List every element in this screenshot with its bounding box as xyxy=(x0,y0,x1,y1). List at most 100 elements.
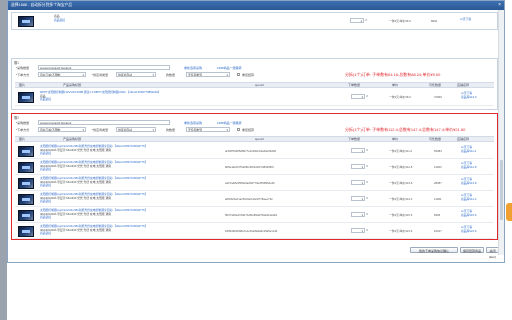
spinner-arrows-icon[interactable]: ⇵ xyxy=(366,212,369,216)
spinner-arrows-icon[interactable]: ⇵ xyxy=(366,196,369,200)
qty-input[interactable]: 1 xyxy=(351,148,365,153)
stock-count: 10617 xyxy=(434,229,442,233)
table-row: MPPT太阳能控制器/12V/24V/1688 通过1.0 MPPT太阳能控制器… xyxy=(15,89,494,106)
product-title[interactable]: MPPT太阳能控制器/12V/24V/1688 通过1.0 MPPT太阳能控制器… xyxy=(40,90,210,102)
table-header: 图片 产品采购标题 specid 下单数量 单价 可售数量 店铺名称 xyxy=(15,136,494,142)
col-stock: 可售数量 xyxy=(429,137,442,141)
shop-level: 商品库¥13.0 xyxy=(461,94,477,99)
qty-input[interactable]: 1 xyxy=(351,94,365,99)
repeat-checkbox[interactable] xyxy=(237,73,240,76)
product-link[interactable]: 商品链接 xyxy=(54,18,204,23)
product-link[interactable]: 商品链接 xyxy=(40,184,210,188)
count-label: 的数量 xyxy=(166,73,176,77)
product-title[interactable]: 太阳能控制器mppt/12v/24v/48v智能光伏充电控制器全自动 【offe… xyxy=(40,224,210,236)
split-warning: 分拆(1个)订单: 子单数有64.16;总数有88.24;单价¥9.00 xyxy=(345,72,441,77)
product-link[interactable]: 商品链接 xyxy=(40,232,210,236)
stock-count: 11943 xyxy=(434,165,442,169)
offer-id: 【offerid:6957016004776】 xyxy=(113,224,148,228)
offer-id: 【offerid:6957016004776】 xyxy=(113,176,148,180)
shop-name[interactable]: xx天下客 商品库¥11.2 xyxy=(461,145,476,153)
product-link[interactable]: 商品链接 xyxy=(40,98,210,102)
shop-name[interactable]: xx天下客 商品库¥12.8 xyxy=(461,161,476,169)
product-title-text[interactable]: MPPT太阳能控制器/12V/24V/1688 通过1.0 MPPT太阳能控制器… xyxy=(40,90,126,94)
product-thumbnail[interactable] xyxy=(18,146,34,157)
shop-name[interactable]: xx天下客 商品库¥21.6 xyxy=(461,225,476,233)
qty-input[interactable]: 1 xyxy=(351,212,365,217)
vertical-scrollbar[interactable] xyxy=(498,10,504,255)
product-thumbnail[interactable] xyxy=(18,92,34,103)
product-title[interactable]: 太阳能控制器mppt/12v/24v/48v智能光伏充电控制器全自动 【offe… xyxy=(40,160,210,172)
save-button[interactable]: 保存结算商品 xyxy=(460,247,484,253)
product-link[interactable]: 商品链接 xyxy=(40,152,210,156)
col-price: 单价 xyxy=(392,83,399,87)
product-thumbnail[interactable] xyxy=(18,178,34,189)
supplier-type-select[interactable]: 供货商自动 xyxy=(116,72,156,77)
shop-name[interactable]: xx天下客 商品库¥13.8 xyxy=(461,177,476,185)
repeat-checkbox-label: 重复结算 xyxy=(242,73,255,77)
product-link[interactable]: 商品链接 xyxy=(40,200,210,204)
table-row: 太阳能控制器mppt/12v/24v/48v智能光伏充电控制器全自动 【offe… xyxy=(15,159,494,175)
qty-input[interactable]: 1 xyxy=(351,180,365,185)
jump-1688-link[interactable]: 1688商品一键跳转 xyxy=(217,66,242,70)
spinner-arrows-icon[interactable]: ⇵ xyxy=(365,18,368,22)
unit-price: 一休¥元/单价¥6.5 xyxy=(389,19,411,23)
col-stock: 可售数量 xyxy=(429,83,442,87)
spec-id: 5fb7f4d6a47d9d7b2f0e89dd790a9d12a81 xyxy=(225,213,278,217)
count-select[interactable]: 无任何类型 xyxy=(186,127,230,132)
spec-id: dc6287fa5f5d8977e3193bcb3a23e06d00 xyxy=(225,149,277,153)
shop-name[interactable]: xx天下客 商品库¥15.6 xyxy=(461,209,477,217)
product-thumbnail[interactable] xyxy=(18,210,34,221)
stock-count: 8306 xyxy=(434,213,441,217)
confirm-order-button[interactable]: 我的下单采购信息确认 xyxy=(410,247,458,253)
product-link[interactable]: 商品链接 xyxy=(40,168,210,172)
spinner-arrows-icon[interactable]: ⇵ xyxy=(366,228,369,232)
dialog-title: 选择1688 - 自动拆分到多个淘宝产品 xyxy=(11,3,73,7)
product-link[interactable]: 商品链接 xyxy=(40,216,210,220)
reselect-link[interactable]: 重新选项采购 xyxy=(184,66,202,70)
product-title[interactable]: 太阳能控制器mppt/12v/24v/48v智能光伏充电控制器全自动 【offe… xyxy=(40,208,210,220)
purchase-input[interactable]: sxcang:[sxcang]:[sxcang] xyxy=(38,120,170,125)
product-thumbnail[interactable] xyxy=(18,194,34,205)
order-mode-select[interactable]: 自动下单/不限制 xyxy=(38,127,86,132)
spinner-arrows-icon[interactable]: ⇵ xyxy=(366,164,369,168)
col-price: 单价 xyxy=(392,137,399,141)
offer-id: 【offerid:6957016004776】 xyxy=(113,192,148,196)
product-thumbnail[interactable] xyxy=(18,226,34,237)
qty-input[interactable]: 1 xyxy=(351,196,365,201)
spinner-arrows-icon[interactable]: ⇵ xyxy=(366,180,369,184)
col-title: 产品采购标题 xyxy=(63,83,82,87)
shop-name[interactable]: xx天下客 商品库¥14.4 xyxy=(461,193,476,201)
table-row: 太阳能控制器mppt/12v/24v/48v智能光伏充电控制器全自动 【offe… xyxy=(15,175,494,191)
count-select[interactable]: 无任何类型 xyxy=(186,72,230,77)
purchase-input[interactable]: sxcang:[sxcang]:[sxcang] xyxy=(38,65,170,70)
table-row: 太阳能控制器mppt/12v/24v/48v智能光伏充电控制器全自动 【offe… xyxy=(15,191,494,207)
unit-price: 一休¥元/单价¥14.4 xyxy=(389,197,413,201)
stock-count: 47969 xyxy=(434,95,442,99)
qty-input[interactable]: 1 xyxy=(351,228,365,233)
spinner-arrows-icon[interactable]: ⇵ xyxy=(366,94,369,98)
product-title[interactable]: 太阳能控制器mppt/12v/24v/48v智能光伏充电控制器全自动 【offe… xyxy=(40,176,210,188)
shop-name[interactable]: xx天下客 商品库¥13.0 xyxy=(461,91,477,99)
stock-count: 8904 xyxy=(431,19,438,23)
col-shop: 店铺名称 xyxy=(457,83,470,87)
shop-name[interactable]: xx天下客 xyxy=(460,17,471,22)
col-qty: 下单数量 xyxy=(348,137,361,141)
product-thumbnail[interactable] xyxy=(18,162,34,173)
scrollbar-thumb[interactable] xyxy=(500,160,503,220)
group-tag: 赠1 xyxy=(14,61,19,65)
product-title[interactable]: 太阳能控制器mppt/12v/24v/48v智能光伏充电控制器全自动 【offe… xyxy=(40,192,210,204)
qty-input[interactable]: 1 xyxy=(351,164,365,169)
order-mode-select[interactable]: 自动下单/不限制 xyxy=(38,72,86,77)
shop-level: 商品库¥15.6 xyxy=(461,212,477,217)
qty-input[interactable]: 1 xyxy=(350,18,364,23)
product-thumbnail[interactable] xyxy=(18,16,34,27)
order-mode-label: *下单方式 xyxy=(16,73,30,77)
spinner-arrows-icon[interactable]: ⇵ xyxy=(366,148,369,152)
side-float-handle[interactable] xyxy=(506,203,512,221)
supplier-type-select[interactable]: 供货商自动 xyxy=(116,127,156,132)
jump-1688-link[interactable]: 1688商品一键跳转 xyxy=(217,121,242,125)
reselect-link[interactable]: 重新选项采购 xyxy=(184,121,202,125)
close-icon[interactable]: × xyxy=(498,1,501,10)
repeat-checkbox[interactable] xyxy=(237,128,240,131)
product-title[interactable]: 太阳能控制器mppt/12v/24v/48v智能光伏充电控制器全自动 【offe… xyxy=(40,144,210,156)
